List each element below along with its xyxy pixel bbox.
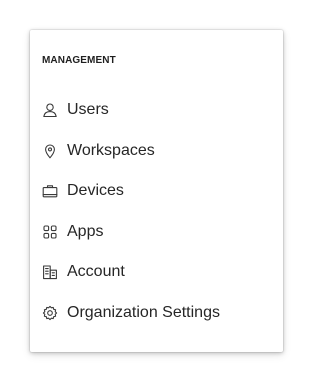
menu-item-label: Workspaces <box>67 141 155 159</box>
menu-item-devices[interactable]: Devices <box>30 171 283 212</box>
user-icon <box>42 102 58 118</box>
management-menu: MANAGEMENT Users Workspaces Devices Apps… <box>30 30 283 352</box>
gear-icon <box>42 305 58 321</box>
device-icon <box>42 183 58 199</box>
menu-item-label: Organization Settings <box>67 303 220 321</box>
menu-item-label: Account <box>67 263 125 281</box>
section-title: MANAGEMENT <box>42 55 116 66</box>
location-pin-icon <box>42 143 58 159</box>
menu-item-label: Users <box>67 101 109 119</box>
menu-item-users[interactable]: Users <box>30 90 283 131</box>
account-building-icon <box>42 264 58 280</box>
menu-list: Users Workspaces Devices Apps Account Or… <box>30 90 283 333</box>
menu-item-account[interactable]: Account <box>30 252 283 293</box>
menu-item-organization-settings[interactable]: Organization Settings <box>30 293 283 334</box>
menu-item-label: Devices <box>67 182 124 200</box>
menu-item-workspaces[interactable]: Workspaces <box>30 131 283 172</box>
menu-item-label: Apps <box>67 222 104 240</box>
apps-grid-icon <box>42 224 58 240</box>
menu-item-apps[interactable]: Apps <box>30 212 283 253</box>
